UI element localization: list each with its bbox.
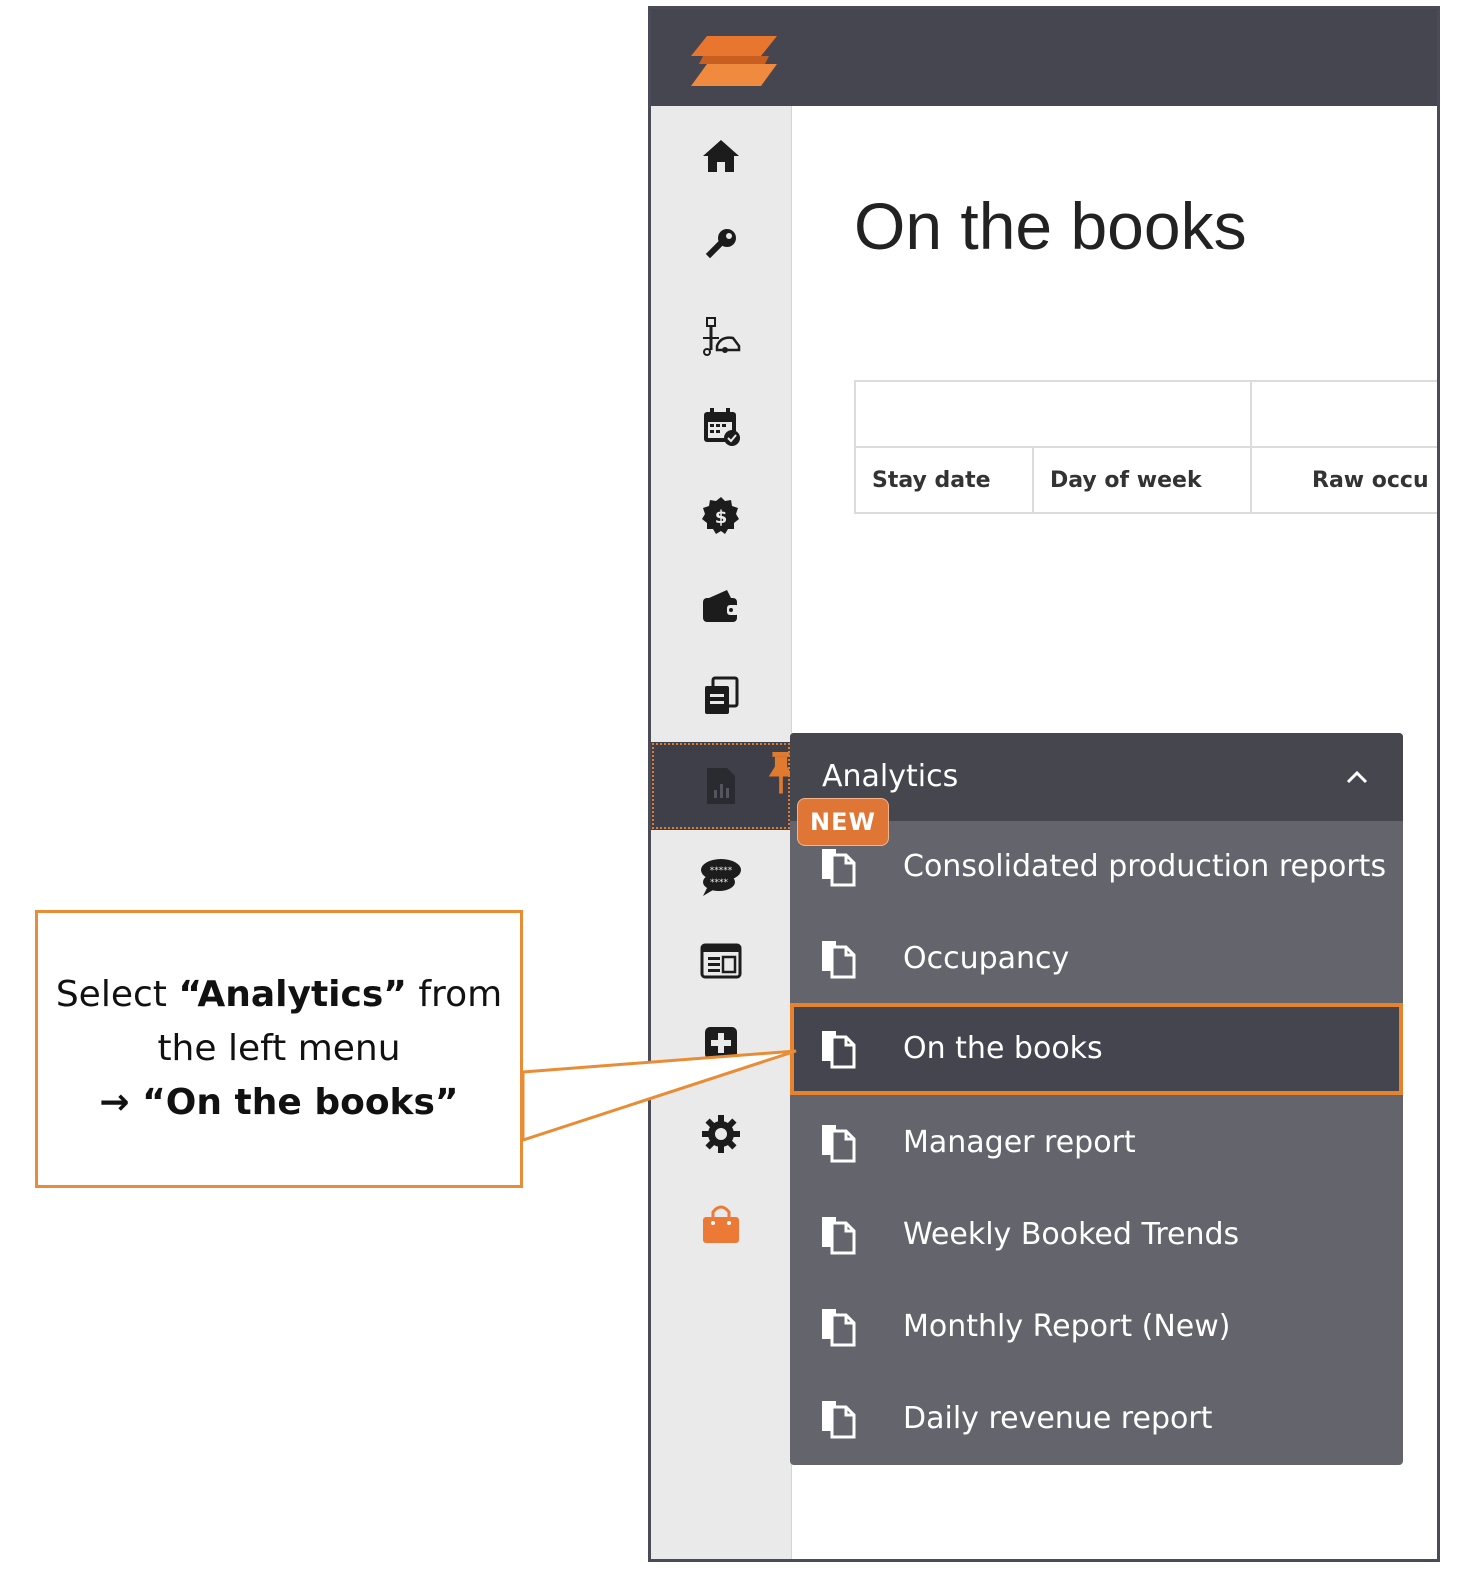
chevron-up-icon[interactable] — [1345, 769, 1369, 785]
svg-text:****: **** — [710, 878, 729, 888]
callout-emphasis: → “On the books” — [99, 1082, 459, 1123]
home-icon — [703, 140, 739, 172]
menu-item-label: Weekly Booked Trends — [903, 1217, 1240, 1252]
sidebar-item-documents[interactable] — [651, 656, 791, 736]
menu-item-on-the-books[interactable]: On the books — [790, 1003, 1403, 1095]
report-document-icon — [822, 941, 856, 979]
sidebar-item-wallet[interactable] — [651, 566, 791, 646]
menu-item-manager-report[interactable]: Manager report — [790, 1097, 1403, 1189]
left-sidebar: $ ***** **** — [651, 106, 794, 1559]
analytics-icon — [707, 768, 735, 804]
report-document-icon — [822, 1217, 856, 1255]
svg-text:*****: ***** — [710, 866, 733, 876]
menu-item-weekly-booked-trends[interactable]: Weekly Booked Trends — [790, 1189, 1403, 1281]
housekeeping-icon — [703, 317, 741, 356]
menu-item-label: Monthly Report (New) — [903, 1309, 1231, 1344]
menu-item-label: Occupancy — [903, 941, 1070, 976]
sidebar-item-home[interactable] — [651, 116, 791, 196]
menu-item-daily-revenue-report[interactable]: Daily revenue report — [790, 1373, 1403, 1465]
plus-square-icon — [705, 1027, 737, 1059]
report-document-icon — [822, 1309, 856, 1347]
callout-text: from — [406, 974, 503, 1015]
analytics-menu-title: Analytics — [822, 759, 959, 794]
menu-item-label: Consolidated production reports — [903, 849, 1387, 884]
column-header-day-of-week[interactable]: Day of week — [1032, 446, 1252, 514]
report-document-icon — [822, 1401, 856, 1439]
callout-line-1: Select “Analytics” from — [56, 968, 502, 1022]
menu-item-occupancy[interactable]: Occupancy — [790, 913, 1403, 1005]
dollar-icon: $ — [702, 497, 739, 534]
sidebar-item-analytics[interactable] — [651, 742, 794, 830]
key-icon — [705, 229, 736, 259]
sidebar-item-shop[interactable] — [651, 1184, 791, 1264]
new-badge: NEW — [797, 798, 889, 846]
menu-item-monthly-report[interactable]: Monthly Report (New) — [790, 1281, 1403, 1373]
report-document-icon — [822, 1125, 856, 1163]
page-title: On the books — [854, 189, 1247, 263]
top-bar — [651, 9, 1437, 106]
callout-line-2: the left menu — [157, 1028, 401, 1069]
column-header-stay-date[interactable]: Stay date — [854, 446, 1034, 514]
svg-text:$: $ — [715, 507, 728, 528]
reviews-icon: ***** **** — [701, 859, 741, 896]
sidebar-item-website[interactable] — [651, 921, 791, 1001]
column-header-raw-occupancy[interactable]: Raw occu — [1250, 446, 1437, 514]
sidebar-item-add[interactable] — [651, 1003, 791, 1083]
gear-icon — [702, 1115, 740, 1153]
table-header-spacer — [1250, 380, 1437, 448]
callout-line-3: → “On the books” — [99, 1076, 458, 1130]
website-icon — [700, 943, 742, 979]
sidebar-item-calendar[interactable] — [651, 386, 791, 466]
calendar-check-icon — [704, 408, 740, 446]
table-header-row: Stay date Day of week Raw occu — [854, 446, 1437, 514]
sidebar-item-reviews[interactable]: ***** **** — [651, 836, 791, 916]
sidebar-item-rates[interactable]: $ — [651, 476, 791, 556]
report-table: Stay date Day of week Raw occu — [854, 380, 1437, 514]
callout-text: Select — [55, 974, 179, 1015]
documents-icon — [705, 676, 739, 714]
menu-item-label: Daily revenue report — [903, 1401, 1213, 1436]
table-header-spacer — [854, 380, 1252, 448]
wallet-icon — [703, 590, 739, 622]
sidebar-item-housekeeping[interactable] — [651, 296, 791, 376]
sidebar-item-settings[interactable] — [651, 1094, 791, 1174]
instruction-callout: Select “Analytics” from the left menu → … — [35, 910, 523, 1188]
sidebar-item-key[interactable] — [651, 206, 791, 286]
callout-emphasis: “Analytics” — [178, 974, 407, 1015]
shopping-bag-icon — [703, 1205, 739, 1243]
report-document-icon — [822, 1031, 856, 1069]
table-header-group-row — [854, 380, 1437, 448]
menu-item-label: Manager report — [903, 1125, 1136, 1160]
menu-item-label: On the books — [903, 1031, 1103, 1066]
report-document-icon — [822, 849, 856, 887]
brand-logo[interactable] — [689, 36, 777, 86]
